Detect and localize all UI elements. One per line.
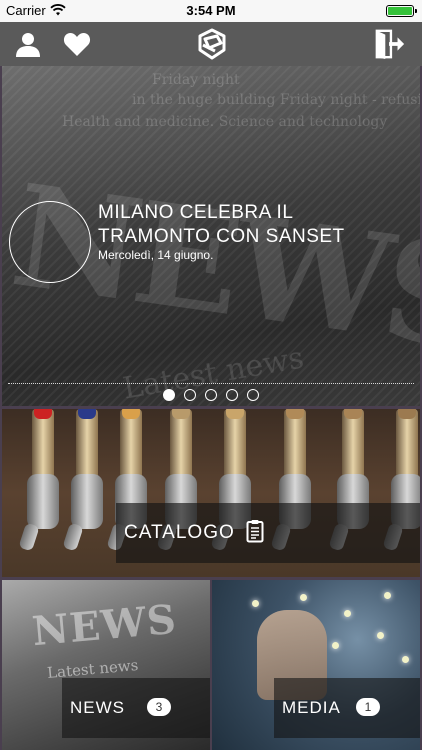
divider — [8, 383, 414, 384]
network-node — [344, 610, 351, 617]
media-label-box[interactable]: MEDIA 1 — [274, 678, 420, 738]
app-logo-button[interactable] — [194, 26, 230, 62]
page-dot[interactable] — [184, 389, 196, 401]
network-node — [377, 632, 384, 639]
status-time: 3:54 PM — [186, 3, 236, 18]
profile-button[interactable] — [12, 28, 44, 60]
favorites-button[interactable] — [61, 28, 93, 60]
media-label: MEDIA — [282, 698, 341, 717]
catalogo-tile[interactable]: CATALOGO — [2, 409, 420, 577]
page-dot[interactable] — [205, 389, 217, 401]
battery-icon — [386, 5, 417, 17]
network-node — [402, 656, 409, 663]
status-bar: Carrier 3:54 PM — [0, 0, 422, 22]
page-dot[interactable] — [163, 389, 175, 401]
media-tile[interactable]: MEDIA 1 — [212, 580, 420, 750]
app-logo-icon — [198, 28, 226, 60]
network-node — [300, 594, 307, 601]
catalogo-label-box[interactable]: CATALOGO — [116, 503, 420, 563]
heart-icon — [63, 33, 91, 56]
news-label: NEWS — [70, 698, 125, 717]
news-count-badge: 3 — [147, 698, 171, 716]
news-carousel[interactable]: Friday night in the huge building Friday… — [2, 66, 420, 406]
beer-tap-image — [62, 409, 106, 559]
beer-tap-image — [18, 409, 62, 559]
background-text-line: Health and medicine. Science and technol… — [62, 114, 388, 130]
network-node — [252, 600, 259, 607]
user-icon — [16, 33, 40, 57]
background-word: NEWS — [30, 595, 179, 656]
battery-level — [388, 7, 412, 15]
network-node — [384, 592, 391, 599]
article-title[interactable]: MILANO CELEBRA IL TRAMONTO CON SANSET — [98, 201, 398, 249]
catalogo-label: CATALOGO — [124, 522, 235, 543]
page-dot[interactable] — [226, 389, 238, 401]
article-thumbnail[interactable] — [9, 201, 91, 283]
page-indicator — [2, 389, 420, 401]
article-date: Mercoledì, 14 giugno. — [98, 248, 214, 262]
clipboard-icon — [246, 520, 264, 543]
exit-icon — [375, 29, 405, 60]
news-label-box[interactable]: NEWS 3 — [62, 678, 210, 738]
media-count-badge: 1 — [356, 698, 380, 716]
logout-button[interactable] — [374, 28, 406, 60]
background-text-line: in the huge building Friday night - refu… — [132, 92, 420, 108]
page-dot[interactable] — [247, 389, 259, 401]
network-node — [332, 642, 339, 649]
news-tile[interactable]: NEWS Latest news NEWS 3 — [2, 580, 210, 750]
nav-bar — [0, 22, 422, 66]
background-text-line: Friday night — [152, 72, 240, 88]
